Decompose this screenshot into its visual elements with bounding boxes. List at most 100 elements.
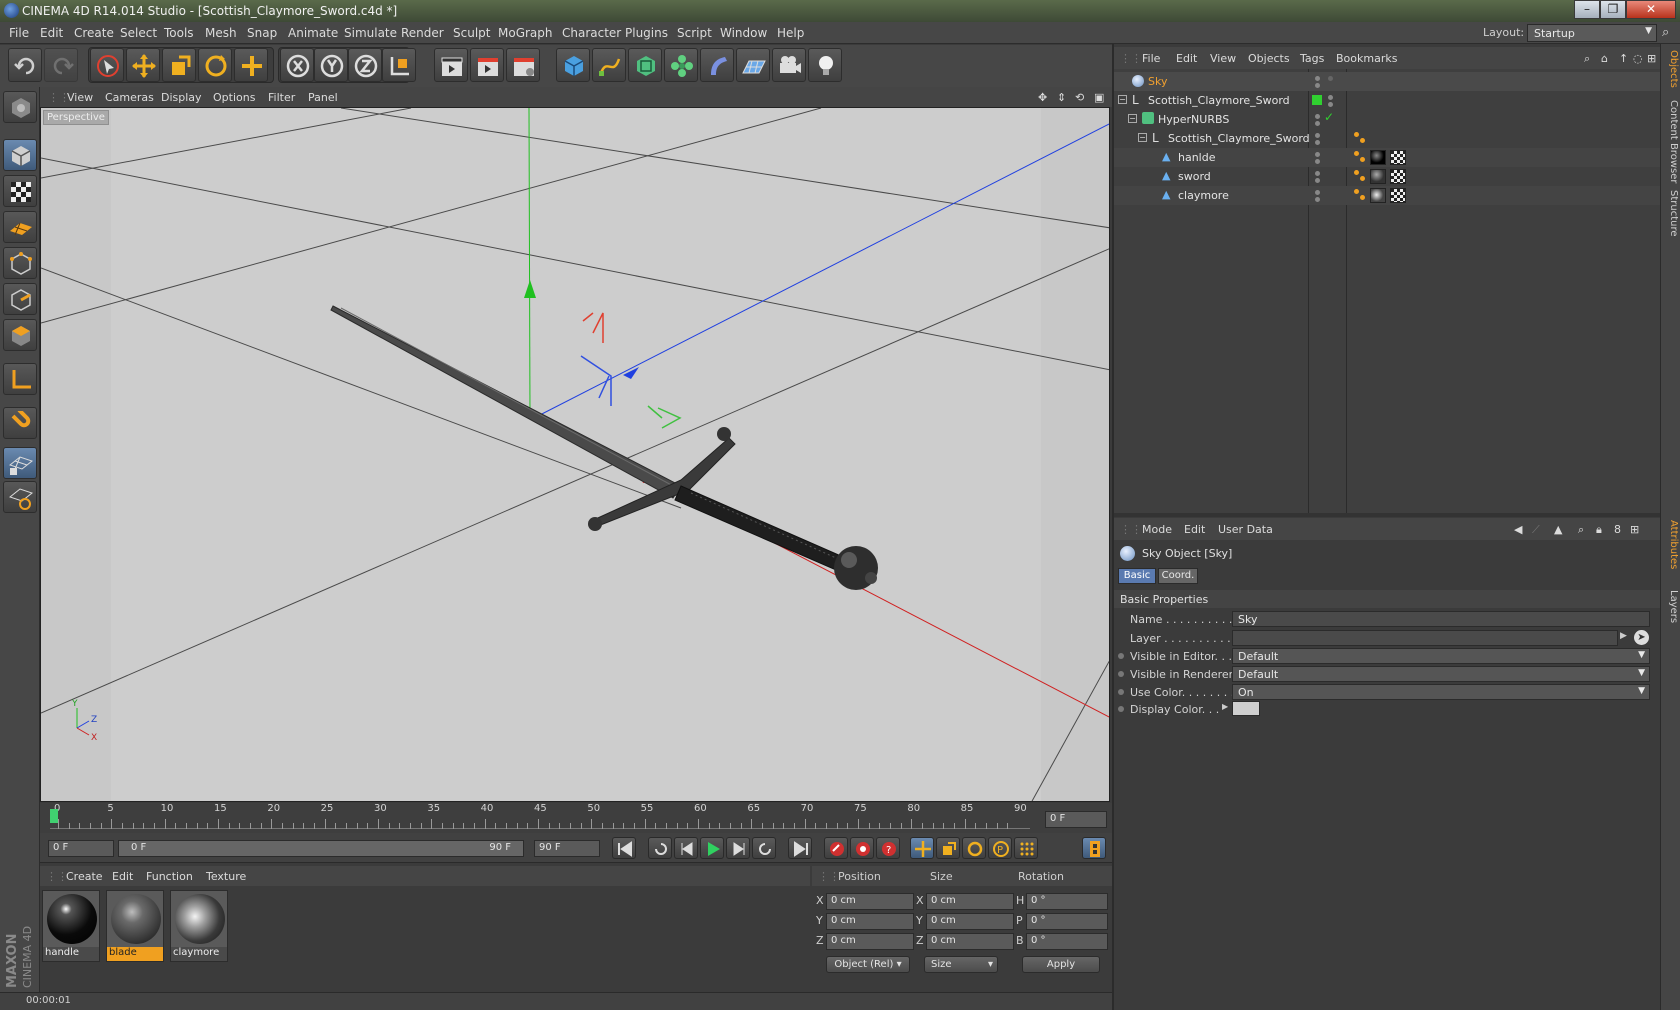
menu-render[interactable]: Render (401, 26, 444, 40)
om-menu-objects[interactable]: Objects (1248, 52, 1290, 65)
perspective-viewport[interactable]: Y Z X Perspective (40, 107, 1110, 802)
size-x-field[interactable]: 0 cm (926, 893, 1014, 910)
collapse-toggle[interactable]: − (1138, 133, 1147, 142)
tree-row-claymore[interactable]: ▲ claymore (1114, 186, 1660, 205)
apply-button[interactable]: Apply (1022, 956, 1100, 973)
back-arrow-icon[interactable]: ◀ (1514, 523, 1522, 536)
menu-plugins[interactable]: Plugins (625, 26, 668, 40)
current-frame-field[interactable]: 0 F (1045, 811, 1107, 828)
tab-coord[interactable]: Coord. (1158, 568, 1198, 584)
scale-key-toggle[interactable] (936, 837, 960, 859)
animation-dot[interactable] (1118, 671, 1124, 677)
editor-visibility-dot[interactable] (1315, 171, 1320, 176)
position-key-toggle[interactable] (910, 837, 934, 859)
new-panel-icon[interactable]: ⊞ (1647, 52, 1656, 65)
menu-animate[interactable]: Animate (288, 26, 338, 40)
material-tag-blade[interactable] (1370, 169, 1386, 184)
spline-button[interactable] (592, 48, 626, 82)
live-selection-button[interactable] (90, 48, 124, 82)
uvw-tag-icon[interactable] (1390, 169, 1406, 184)
phong-tag-icon[interactable] (1354, 189, 1366, 201)
name-field[interactable]: Sky (1232, 611, 1650, 627)
render-visibility-dot[interactable] (1315, 159, 1320, 164)
light-button[interactable] (808, 48, 842, 82)
tree-row-sword[interactable]: ▲ sword (1114, 167, 1660, 186)
enable-dot[interactable] (1328, 76, 1333, 81)
search-icon[interactable]: ⌕ (1584, 52, 1590, 66)
move-view-icon[interactable]: ✥ (1038, 91, 1047, 104)
timeline-ruler[interactable]: 051015202530354045505560657075808590 0 F (40, 803, 1112, 833)
render-visibility-dot[interactable] (1315, 83, 1320, 88)
viewport-menu-filter[interactable]: Filter (268, 91, 295, 104)
workplane-lock-button[interactable] (3, 447, 37, 479)
om-menu-view[interactable]: View (1210, 52, 1236, 65)
nurbs-button[interactable] (628, 48, 662, 82)
triangle-right-icon[interactable]: ▶ (1620, 631, 1627, 641)
axis-mode-button[interactable] (3, 363, 37, 395)
size-z-field[interactable]: 0 cm (926, 933, 1014, 950)
material-swatch[interactable]: claymore (170, 890, 228, 962)
position-z-field[interactable]: 0 cm (826, 933, 914, 950)
animation-dot[interactable] (1118, 706, 1124, 712)
maximize-button[interactable]: ❐ (1600, 0, 1626, 19)
points-mode-button[interactable] (3, 247, 37, 279)
menu-select[interactable]: Select (120, 26, 157, 40)
phong-tag-icon[interactable] (1354, 132, 1366, 144)
position-x-field[interactable]: 0 cm (826, 893, 914, 910)
search-icon[interactable]: ⌕ (1662, 25, 1669, 40)
minimize-button[interactable]: – (1574, 0, 1600, 19)
animation-dot[interactable] (1118, 689, 1124, 695)
tab-basic[interactable]: Basic (1118, 568, 1156, 584)
tree-row-hanlde[interactable]: ▲ hanlde (1114, 148, 1660, 167)
tab-attributes[interactable]: Attributes (1663, 520, 1679, 569)
previous-frame-button[interactable] (674, 837, 698, 859)
tab-structure[interactable]: Structure (1663, 190, 1679, 237)
render-picture-viewer-button[interactable] (470, 48, 504, 82)
menu-sculpt[interactable]: Sculpt (453, 26, 490, 40)
tree-row-scottish-claymore-sword[interactable]: − L Scottish_Claymore_Sword (1114, 91, 1660, 110)
tree-row-scottish-claymore-sword-child[interactable]: − L Scottish_Claymore_Sword (1114, 129, 1660, 148)
editor-visibility-dot[interactable] (1315, 190, 1320, 195)
menu-mesh[interactable]: Mesh (205, 26, 237, 40)
autokeying-button[interactable] (850, 837, 874, 859)
menu-file[interactable]: File (9, 26, 29, 40)
tab-layers[interactable]: Layers (1663, 590, 1679, 623)
workplane-mode-button[interactable] (3, 211, 37, 243)
render-visibility-dot[interactable] (1315, 178, 1320, 183)
om-menu-file[interactable]: File (1142, 52, 1160, 65)
menu-edit[interactable]: Edit (40, 26, 63, 40)
material-tag-claymore[interactable] (1370, 188, 1386, 203)
visible-in-editor-dropdown[interactable]: Default ▼ (1232, 648, 1650, 664)
material-menu-create[interactable]: Create (66, 870, 103, 883)
z-axis-lock-button[interactable] (348, 48, 382, 82)
previous-key-button[interactable] (648, 837, 672, 859)
position-y-field[interactable]: 0 cm (826, 913, 914, 930)
rotation-b-field[interactable]: 0 ° (1026, 933, 1108, 950)
render-settings-button[interactable] (506, 48, 540, 82)
am-menu-edit[interactable]: Edit (1184, 523, 1205, 536)
uvw-tag-icon[interactable] (1390, 150, 1406, 165)
planar-workplane-button[interactable] (3, 481, 37, 513)
material-menu-edit[interactable]: Edit (112, 870, 133, 883)
pick-layer-icon[interactable]: ➤ (1634, 630, 1649, 645)
keyframe-selection-button[interactable]: ? (876, 837, 900, 859)
add-tool-button[interactable] (234, 48, 268, 82)
coordinate-mode-dropdown[interactable]: Object (Rel) ▾ (826, 956, 910, 973)
move-tool-button[interactable] (126, 48, 160, 82)
next-frame-button[interactable] (726, 837, 750, 859)
expand-arrow-icon[interactable]: ▶ (1222, 702, 1228, 711)
deformer-button[interactable] (700, 48, 734, 82)
parameter-key-toggle[interactable]: P (988, 837, 1012, 859)
point-level-key-toggle[interactable] (1014, 837, 1038, 859)
up-arrow-icon[interactable]: ▲ (1554, 523, 1562, 536)
go-to-start-button[interactable] (612, 837, 636, 859)
mograph-cloner-button[interactable] (664, 48, 698, 82)
y-axis-lock-button[interactable] (314, 48, 348, 82)
viewport-menu-display[interactable]: Display (161, 91, 202, 104)
om-menu-edit[interactable]: Edit (1176, 52, 1197, 65)
size-mode-dropdown[interactable]: Size ▾ (924, 956, 998, 973)
camera-button[interactable] (772, 48, 806, 82)
scale-tool-button[interactable] (162, 48, 196, 82)
range-slider[interactable]: 0 F 90 F (118, 840, 524, 857)
material-swatch[interactable]: handle (42, 890, 100, 962)
